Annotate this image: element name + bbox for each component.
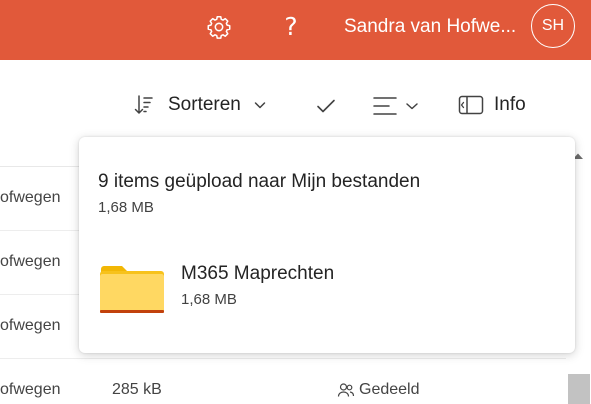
info-label: Info	[494, 94, 526, 115]
info-button[interactable]: Info	[458, 90, 526, 120]
gear-icon	[207, 15, 231, 39]
sort-button[interactable]: Sorteren	[132, 90, 267, 120]
file-size: 285 kB	[112, 381, 162, 398]
avatar[interactable]: SH	[531, 4, 575, 48]
select-button[interactable]	[314, 94, 338, 118]
sharing-status: Gedeeld	[337, 381, 420, 399]
file-name[interactable]: ofwegen	[0, 189, 61, 207]
user-name[interactable]: Sandra van Hofwe...	[344, 15, 516, 39]
file-name[interactable]: ofwegen	[0, 253, 61, 271]
info-panel-icon	[458, 95, 484, 115]
folder-size: 1,68 MB	[181, 291, 237, 308]
view-options-button[interactable]	[372, 92, 420, 120]
help-icon: ?	[284, 11, 298, 41]
upload-status-title: 9 items geüpload naar Mijn bestanden	[98, 171, 421, 192]
sort-label: Sorteren	[168, 94, 241, 115]
help-button[interactable]: ?	[274, 8, 308, 44]
chevron-down-icon	[254, 102, 266, 109]
settings-button[interactable]	[202, 10, 236, 44]
sharing-label: Gedeeld	[359, 381, 420, 398]
sort-icon	[134, 95, 153, 114]
checkmark-icon	[317, 99, 335, 113]
list-view-icon	[373, 97, 397, 115]
folder-icon	[100, 266, 164, 313]
table-row[interactable]: ofwegen 285 kB Gedeeld	[0, 359, 566, 404]
file-name[interactable]: ofwegen	[0, 381, 61, 399]
uploaded-folder-item[interactable]: M365 Maprechten 1,68 MB	[99, 259, 539, 319]
top-header-bar: ? Sandra van Hofwe... SH	[0, 0, 591, 60]
folder-name[interactable]: M365 Maprechten	[181, 263, 334, 285]
people-icon	[337, 383, 355, 397]
chevron-down-icon	[406, 103, 418, 110]
file-name[interactable]: ofwegen	[0, 317, 61, 335]
upload-total-size: 1,68 MB	[98, 199, 154, 216]
scrollbar-thumb[interactable]	[568, 374, 590, 404]
avatar-initials: SH	[541, 17, 565, 34]
upload-status-popup: 9 items geüpload naar Mijn bestanden 1,6…	[79, 137, 575, 353]
app-window: ? Sandra van Hofwe... SH Sorteren Info o…	[0, 0, 591, 404]
